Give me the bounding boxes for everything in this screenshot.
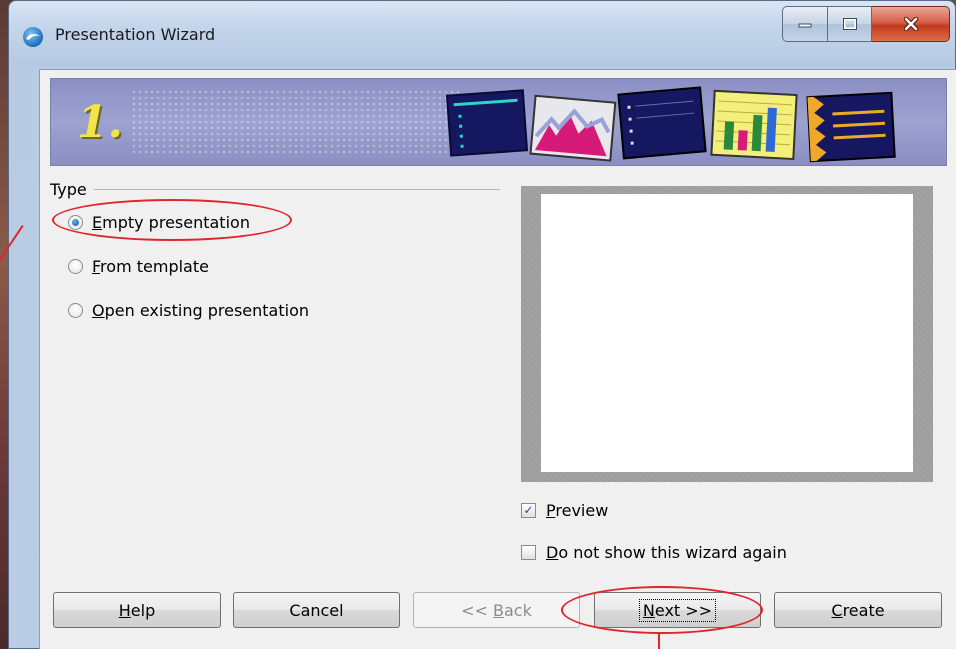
cancel-button[interactable]: Cancel: [233, 592, 400, 628]
wizard-content: 1. Type Empty presentation From template…: [39, 69, 956, 649]
radio-indicator[interactable]: [68, 302, 83, 318]
minimize-icon: [798, 23, 812, 28]
radio-indicator[interactable]: [68, 214, 83, 230]
preview-canvas: [541, 194, 913, 472]
radio-label: From template: [92, 256, 209, 276]
close-icon: [903, 17, 918, 31]
radio-from-template[interactable]: From template: [68, 254, 209, 278]
banner-pattern: [131, 89, 461, 157]
app-icon: [23, 27, 43, 47]
caption-buttons: [782, 6, 950, 42]
help-button[interactable]: Help: [53, 592, 221, 628]
radio-open-existing[interactable]: Open existing presentation: [68, 298, 309, 322]
preview-checkbox-label: Preview: [546, 500, 609, 520]
preview-checkbox[interactable]: ✓: [521, 502, 536, 518]
close-button[interactable]: [872, 6, 950, 42]
dont-show-checkbox-label: Do not show this wizard again: [546, 542, 787, 562]
preview-frame: [521, 186, 933, 482]
slides-illustration: [445, 86, 896, 163]
dont-show-checkbox-row[interactable]: Do not show this wizard again: [521, 540, 787, 564]
wizard-window: Presentation Wizard 1. Type Empty presen…: [8, 0, 956, 649]
type-group-divider: [94, 189, 500, 190]
preview-checkbox-row[interactable]: ✓ Preview: [521, 498, 608, 522]
minimize-button[interactable]: [782, 6, 828, 42]
back-button[interactable]: << Back: [413, 592, 580, 628]
checkmark-icon: ✓: [523, 503, 534, 517]
radio-label: Open existing presentation: [92, 300, 310, 320]
create-button[interactable]: Create: [774, 592, 942, 628]
maximize-button[interactable]: [828, 6, 872, 42]
radio-empty-presentation[interactable]: Empty presentation: [68, 210, 250, 234]
step-number: 1.: [77, 97, 123, 148]
window-title: Presentation Wizard: [55, 25, 216, 44]
next-button[interactable]: Next >>: [594, 592, 761, 628]
maximize-icon: [842, 18, 857, 30]
radio-label: Empty presentation: [92, 212, 250, 232]
dont-show-checkbox[interactable]: [521, 544, 536, 560]
radio-indicator[interactable]: [68, 258, 83, 274]
wizard-banner: 1.: [50, 78, 947, 166]
title-bar[interactable]: Presentation Wizard: [9, 1, 955, 67]
type-group-label: Type: [50, 180, 91, 199]
